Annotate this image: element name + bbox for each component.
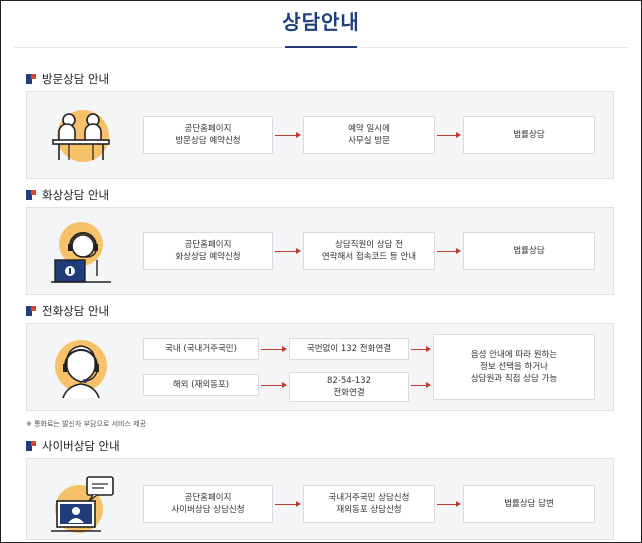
visit-step-2: 예약 일시에 사무실 방문 — [303, 116, 435, 154]
section-title-video: 화상상담 안내 — [42, 188, 110, 202]
video-consultation-icon — [51, 222, 111, 283]
title-underline — [285, 46, 357, 48]
video-step-1: 공단홈페이지 화상상담 예약신청 — [143, 232, 273, 270]
cyber-step-1: 공단홈페이지 사이버상담 상담신청 — [143, 485, 273, 523]
phone-domestic-box: 국내 (국내거주국민) — [143, 338, 259, 360]
arrow-icon — [411, 382, 431, 388]
page-title: 상담안내 — [282, 10, 360, 34]
visit-step-1: 공단홈페이지 방문상담 예약신청 — [143, 116, 273, 154]
phone-domestic-connect: 국번없이 132 전화연결 — [289, 338, 409, 360]
panel-video: 공단홈페이지 화상상담 예약신청 상담직원이 상담 전 연락해서 접속코드 등 … — [26, 207, 614, 295]
section-marker-icon — [26, 441, 36, 451]
arrow-icon — [261, 346, 287, 352]
phone-fee-note: ※ 통화료는 발신자 부담으로 서비스 제공 — [26, 420, 147, 428]
visit-step-3: 법률상담 — [463, 116, 595, 154]
section-header-visit: 방문상담 안내 — [26, 71, 109, 87]
arrow-icon — [437, 248, 461, 254]
phone-consultation-icon — [55, 340, 107, 399]
panel-visit: 공단홈페이지 방문상담 예약신청 예약 일시에 사무실 방문 법률상담 — [26, 91, 614, 179]
phone-overseas-connect: 82-54-132 전화연결 — [289, 372, 409, 402]
arrow-icon — [411, 346, 431, 352]
visit-consultation-icon — [52, 110, 110, 162]
cyber-step-3: 법률상담 답변 — [463, 485, 595, 523]
section-title-phone: 전화상담 안내 — [42, 304, 110, 318]
phone-result-box: 음성 안내에 따라 원하는 정보 선택을 하거나 상담원과 직접 상담 가능 — [433, 334, 595, 400]
panel-phone: 국내 (국내거주국민) 국번없이 132 전화연결 해외 (재외동포) 82-5… — [26, 323, 614, 411]
arrow-icon — [275, 501, 301, 507]
panel-cyber: 공단홈페이지 사이버상담 상담신청 국내거주국민 상담신청 재외동포 상담신청 … — [26, 458, 614, 540]
section-marker-icon — [26, 190, 36, 200]
section-header-video: 화상상담 안내 — [26, 187, 109, 203]
arrow-icon — [437, 132, 461, 138]
section-title-visit: 방문상담 안내 — [42, 72, 110, 86]
section-header-phone: 전화상담 안내 — [26, 303, 109, 319]
arrow-icon — [437, 501, 461, 507]
cyber-consultation-icon — [51, 476, 114, 533]
phone-overseas-box: 해외 (재외동포) — [143, 374, 259, 396]
section-title-cyber: 사이버상담 안내 — [42, 439, 120, 453]
section-marker-icon — [26, 306, 36, 316]
video-step-3: 법률상담 — [463, 232, 595, 270]
cyber-step-2: 국내거주국민 상담신청 재외동포 상담신청 — [303, 485, 435, 523]
arrow-icon — [261, 382, 287, 388]
arrow-icon — [275, 132, 301, 138]
video-step-2: 상담직원이 상담 전 연락해서 접속코드 등 안내 — [303, 232, 435, 270]
arrow-icon — [275, 248, 301, 254]
section-marker-icon — [26, 74, 36, 84]
section-header-cyber: 사이버상담 안내 — [26, 438, 120, 454]
